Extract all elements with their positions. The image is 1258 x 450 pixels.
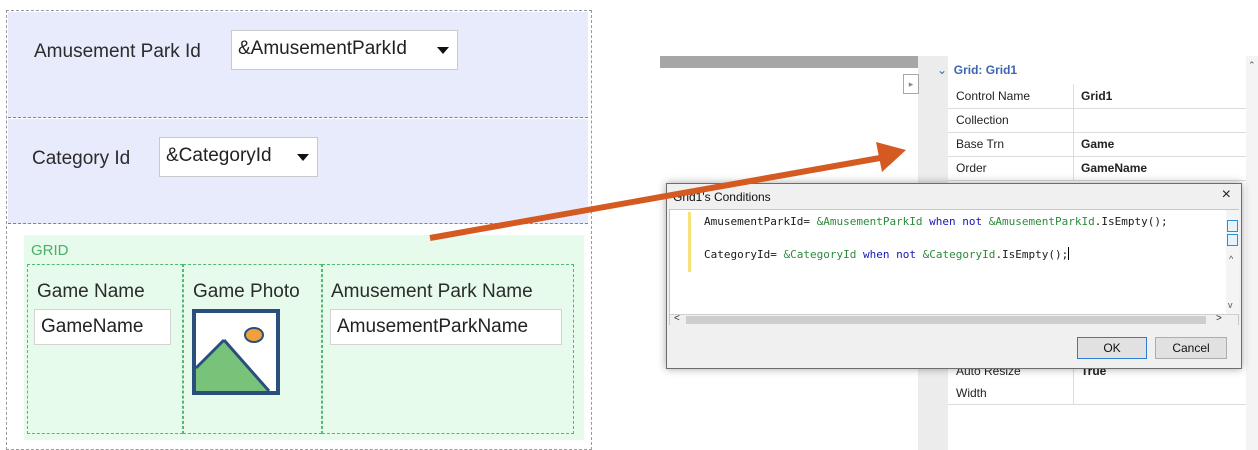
arrow-shaft	[429, 155, 881, 241]
arrow-head	[876, 142, 906, 172]
annotation-arrow	[429, 142, 906, 241]
